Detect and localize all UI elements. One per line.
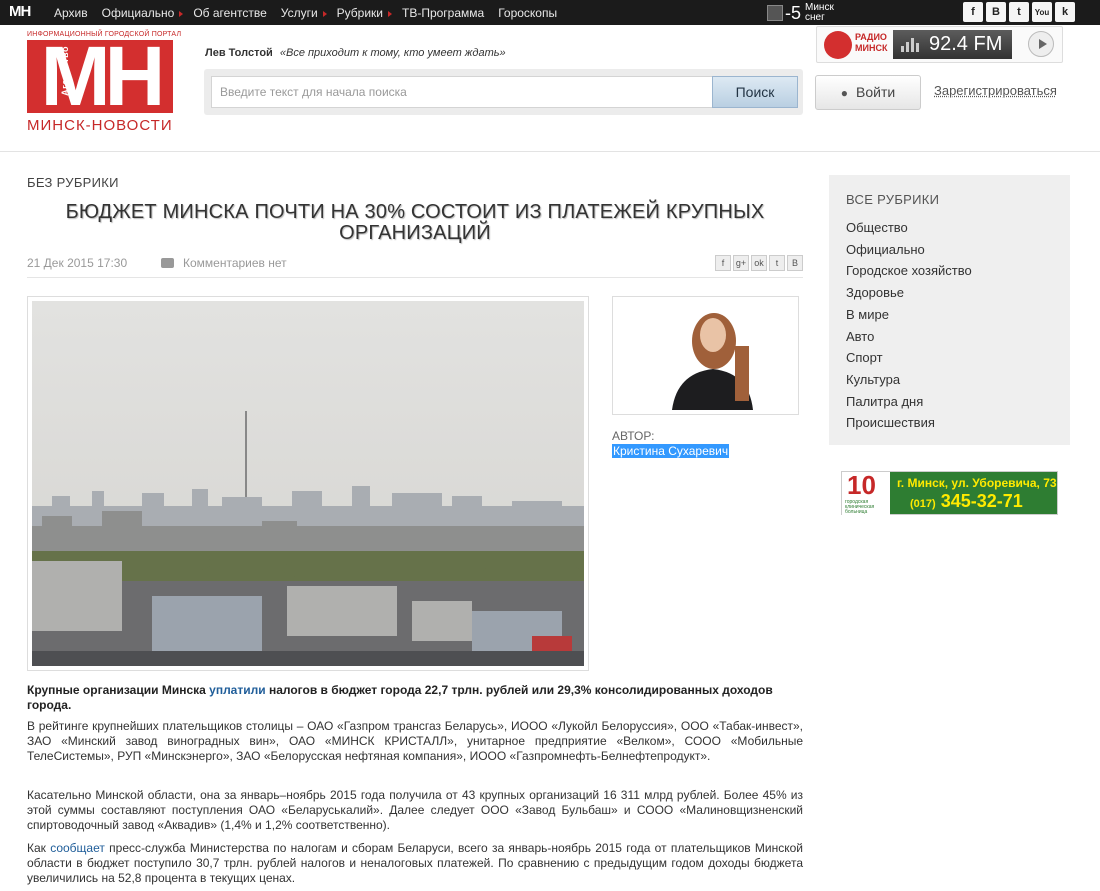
radio-logo-icon bbox=[824, 31, 852, 59]
site-name: МИНСК-НОВОСТИ bbox=[27, 117, 173, 134]
rubrics-heading: ВСЕ РУБРИКИ bbox=[846, 192, 940, 207]
ad-phone-code: (017) bbox=[910, 498, 936, 510]
rubric-incidents[interactable]: Происшествия bbox=[846, 412, 1053, 434]
rubric-society[interactable]: Общество bbox=[846, 217, 1053, 239]
article-lead: Крупные организации Минска уплатили нало… bbox=[27, 683, 803, 713]
rubric-sport[interactable]: Спорт bbox=[846, 347, 1053, 369]
odnoklassniki-icon[interactable]: k bbox=[1055, 2, 1075, 22]
radio-player: РАДИО МИНСК 92.4 FM bbox=[816, 26, 1063, 63]
article-meta: 21 Дек 2015 17:30 Комментариев нет f g+ … bbox=[27, 255, 803, 278]
author-portrait-image bbox=[617, 301, 794, 410]
nav-tv[interactable]: ТВ-Программа bbox=[402, 6, 484, 20]
top-menu: Архив Официально Об агентстве Услуги Руб… bbox=[54, 0, 571, 25]
rubric-culture[interactable]: Культура bbox=[846, 369, 1053, 391]
register-link[interactable]: Зарегистрироваться bbox=[934, 83, 1057, 98]
share-googleplus-icon[interactable]: g+ bbox=[733, 255, 749, 271]
weather-temp: -5 bbox=[785, 2, 802, 23]
rubric-auto[interactable]: Авто bbox=[846, 326, 1053, 348]
weather-widget[interactable]: -5 Минск снег bbox=[767, 2, 834, 24]
user-icon: ● bbox=[840, 86, 849, 100]
site-header: ИНФОРМАЦИОННЫЙ ГОРОДСКОЙ ПОРТАЛ МН Агент… bbox=[0, 25, 1100, 152]
rubric-world[interactable]: В мире bbox=[846, 304, 1053, 326]
nav-about[interactable]: Об агентстве bbox=[193, 6, 266, 20]
article-title: БЮДЖЕТ МИНСКА ПОЧТИ НА 30% СОСТОИТ ИЗ ПЛ… bbox=[65, 201, 765, 244]
youtube-icon[interactable]: You bbox=[1032, 2, 1052, 22]
share-buttons: f g+ ok t B bbox=[715, 255, 803, 271]
share-facebook-icon[interactable]: f bbox=[715, 255, 731, 271]
city-panorama-image bbox=[32, 301, 584, 666]
quote-text: «Все приходит к тому, кто умеет ждать» bbox=[279, 47, 506, 59]
mini-logo[interactable]: МН bbox=[9, 3, 31, 20]
logo-mark: МН Агентство bbox=[27, 40, 173, 113]
nav-rubrics[interactable]: Рубрики bbox=[337, 6, 393, 20]
quote-author: Лев Толстой bbox=[205, 47, 273, 59]
hospital-logo: 10 городская клиническая больница bbox=[842, 470, 890, 516]
lead-link-paid[interactable]: уплатили bbox=[209, 683, 265, 697]
social-links: f B t You k bbox=[963, 2, 1075, 22]
hospital-caption: городская клиническая больница bbox=[845, 499, 875, 515]
portal-caption: ИНФОРМАЦИОННЫЙ ГОРОДСКОЙ ПОРТАЛ bbox=[27, 31, 182, 38]
vk-icon[interactable]: B bbox=[986, 2, 1006, 22]
radio-label-2: МИНСК bbox=[855, 43, 888, 53]
play-icon[interactable] bbox=[1028, 31, 1054, 57]
search-input[interactable]: Введите текст для начала поиска bbox=[211, 76, 716, 108]
nav-horoscopes[interactable]: Гороскопы bbox=[498, 6, 557, 20]
weather-icon bbox=[767, 5, 783, 21]
source-link[interactable]: сообщает bbox=[50, 841, 105, 855]
nav-services[interactable]: Услуги bbox=[281, 6, 327, 20]
radio-label-1: РАДИО bbox=[855, 32, 887, 42]
author-photo[interactable] bbox=[612, 296, 799, 415]
login-button[interactable]: ● Войти bbox=[815, 75, 921, 110]
article-paragraph-1: В рейтинге крупнейших плательщиков столи… bbox=[27, 719, 803, 763]
author-label: АВТОР: bbox=[612, 429, 655, 443]
login-label: Войти bbox=[856, 84, 896, 100]
facebook-icon[interactable]: f bbox=[963, 2, 983, 22]
share-vk-icon[interactable]: B bbox=[787, 255, 803, 271]
quote-of-day: Лев Толстой «Все приходит к тому, кто ум… bbox=[205, 47, 506, 59]
nav-archive[interactable]: Архив bbox=[54, 6, 88, 20]
rubric-city-economy[interactable]: Городское хозяйство bbox=[846, 260, 1053, 282]
equalizer-icon bbox=[901, 36, 921, 52]
logo-agency-word: Агентство bbox=[60, 46, 70, 96]
rubric-palette[interactable]: Палитра дня bbox=[846, 391, 1053, 413]
para3-text-start: Как bbox=[27, 841, 51, 855]
comments-count: Комментариев нет bbox=[183, 256, 287, 270]
comment-icon bbox=[161, 258, 174, 268]
twitter-icon[interactable]: t bbox=[1009, 2, 1029, 22]
hospital-ad-banner[interactable]: 10 городская клиническая больница г. Мин… bbox=[841, 470, 1058, 516]
ad-phone: 345-32-71 bbox=[940, 491, 1023, 511]
author-name-link[interactable]: Кристина Сухаревич bbox=[612, 444, 730, 458]
site-logo[interactable]: ИНФОРМАЦИОННЫЙ ГОРОДСКОЙ ПОРТАЛ МН Агент… bbox=[27, 31, 182, 134]
search-button[interactable]: Поиск bbox=[712, 76, 798, 108]
article-date: 21 Дек 2015 17:30 bbox=[27, 256, 128, 270]
rubrics-panel: ВСЕ РУБРИКИ Общество Официально Городско… bbox=[829, 175, 1070, 445]
top-navigation-bar: МН Архив Официально Об агентстве Услуги … bbox=[0, 0, 1100, 25]
ad-address: г. Минск, ул. Уборевича, 73 bbox=[897, 476, 1057, 490]
weather-condition: снег bbox=[805, 12, 825, 23]
lead-text-start: Крупные организации Минска bbox=[27, 683, 210, 697]
rubric-health[interactable]: Здоровье bbox=[846, 282, 1053, 304]
rubric-official[interactable]: Официально bbox=[846, 239, 1053, 261]
hospital-number: 10 bbox=[847, 470, 876, 500]
article-rubric[interactable]: БЕЗ РУБРИКИ bbox=[27, 175, 119, 190]
share-odnoklassniki-icon[interactable]: ok bbox=[751, 255, 767, 271]
nav-official[interactable]: Официально bbox=[102, 6, 184, 20]
share-twitter-icon[interactable]: t bbox=[769, 255, 785, 271]
article-photo[interactable] bbox=[27, 296, 589, 671]
search-bar: Введите текст для начала поиска Поиск bbox=[204, 69, 803, 115]
article-paragraph-3: Как сообщает пресс-служба Министерства п… bbox=[27, 841, 803, 886]
article-paragraph-2: Касательно Минской области, она за январ… bbox=[27, 788, 803, 832]
comments-link[interactable]: Комментариев нет bbox=[161, 256, 287, 270]
para3-text-end: пресс-служба Министерства по налогам и с… bbox=[27, 841, 804, 885]
